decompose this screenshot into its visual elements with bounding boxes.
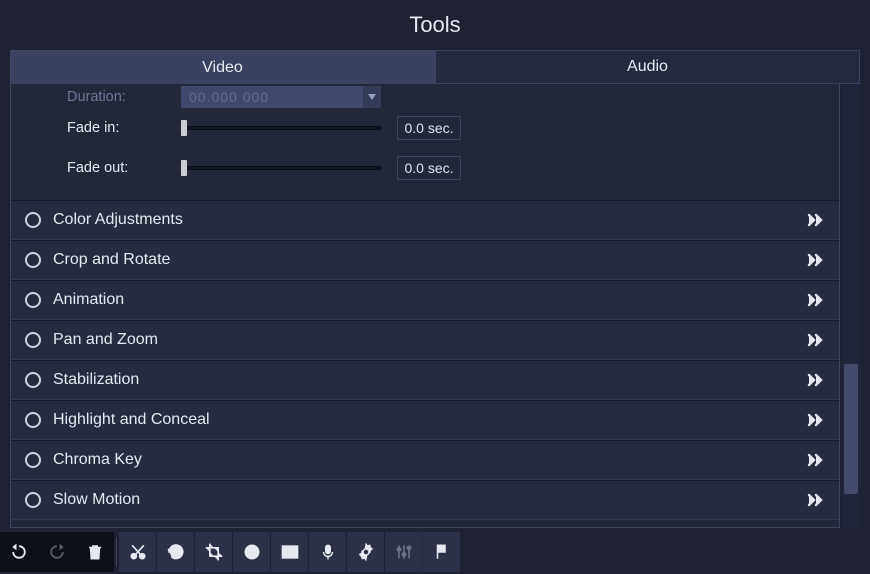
accordion-label: Animation: [53, 291, 807, 309]
chevron-double-right-icon: [807, 293, 825, 307]
accordion-label: Crop and Rotate: [53, 251, 807, 269]
marker-button[interactable]: [423, 532, 461, 572]
accordion-row[interactable]: Color Adjustments: [11, 200, 839, 240]
toolbar-separator: [116, 538, 117, 566]
tab-audio[interactable]: Audio: [435, 50, 860, 84]
chevron-double-right-icon: [807, 493, 825, 507]
radio-icon[interactable]: [25, 212, 41, 228]
crop-button[interactable]: [195, 532, 233, 572]
duration-value: 00.000 000: [189, 89, 269, 105]
radio-icon[interactable]: [25, 452, 41, 468]
equalizer-button[interactable]: [385, 532, 423, 572]
accordion-label: Slow Motion: [53, 491, 807, 509]
accordion-label: Pan and Zoom: [53, 331, 807, 349]
chevron-double-right-icon: [807, 453, 825, 467]
accordion-label: Stabilization: [53, 371, 807, 389]
undo-button[interactable]: [0, 532, 38, 572]
radio-icon[interactable]: [25, 252, 41, 268]
accordion-row[interactable]: Highlight and Conceal: [11, 400, 839, 440]
fade-out-thumb[interactable]: [181, 160, 187, 176]
tab-audio-label: Audio: [627, 58, 668, 76]
bottom-toolbar: [0, 530, 870, 574]
chevron-double-right-icon: [807, 373, 825, 387]
chevron-double-right-icon: [807, 253, 825, 267]
accordion-row[interactable]: Chroma Key: [11, 440, 839, 480]
tab-video[interactable]: Video: [10, 50, 435, 84]
accordion-row[interactable]: Animation: [11, 280, 839, 320]
radio-icon[interactable]: [25, 332, 41, 348]
radio-icon[interactable]: [25, 492, 41, 508]
accordion-row[interactable]: Crop and Rotate: [11, 240, 839, 280]
settings-button[interactable]: [347, 532, 385, 572]
fade-in-track: [181, 126, 381, 130]
effects-accordion: Color Adjustments Crop and Rotate Animatio…: [11, 200, 839, 520]
fade-out-track: [181, 166, 381, 170]
scrollbar-thumb[interactable]: [844, 364, 858, 494]
aspect-button[interactable]: [271, 532, 309, 572]
radio-icon[interactable]: [25, 412, 41, 428]
delete-button[interactable]: [76, 532, 114, 572]
duration-label: Duration:: [11, 89, 181, 105]
redo-button[interactable]: [38, 532, 76, 572]
radio-icon[interactable]: [25, 372, 41, 388]
scrollbar[interactable]: [842, 84, 860, 528]
fade-in-label: Fade in:: [11, 120, 181, 136]
duration-dropdown-icon[interactable]: [363, 86, 381, 108]
fade-in-value[interactable]: 0.0 sec.: [397, 116, 461, 140]
fade-in-slider[interactable]: [181, 118, 381, 138]
page-title: Tools: [409, 12, 460, 38]
tab-video-label: Video: [202, 59, 243, 77]
mic-button[interactable]: [309, 532, 347, 572]
radio-icon[interactable]: [25, 292, 41, 308]
color-button[interactable]: [233, 532, 271, 572]
video-basic-settings: Duration: 00.000 000 Fade in: 0.0 sec. F…: [11, 84, 839, 200]
rotate-button[interactable]: [157, 532, 195, 572]
cut-button[interactable]: [119, 532, 157, 572]
fade-out-value[interactable]: 0.0 sec.: [397, 156, 461, 180]
accordion-row[interactable]: Slow Motion: [11, 480, 839, 520]
accordion-row[interactable]: Pan and Zoom: [11, 320, 839, 360]
accordion-row[interactable]: Stabilization: [11, 360, 839, 400]
chevron-double-right-icon: [807, 333, 825, 347]
duration-field[interactable]: 00.000 000: [181, 86, 381, 108]
chevron-double-right-icon: [807, 213, 825, 227]
tab-bar: Video Audio: [10, 50, 860, 84]
fade-out-slider[interactable]: [181, 158, 381, 178]
fade-out-label: Fade out:: [11, 160, 181, 176]
tools-panel: Duration: 00.000 000 Fade in: 0.0 sec. F…: [10, 84, 840, 528]
accordion-label: Highlight and Conceal: [53, 411, 807, 429]
chevron-double-right-icon: [807, 413, 825, 427]
fade-in-thumb[interactable]: [181, 120, 187, 136]
accordion-label: Chroma Key: [53, 451, 807, 469]
accordion-label: Color Adjustments: [53, 211, 807, 229]
